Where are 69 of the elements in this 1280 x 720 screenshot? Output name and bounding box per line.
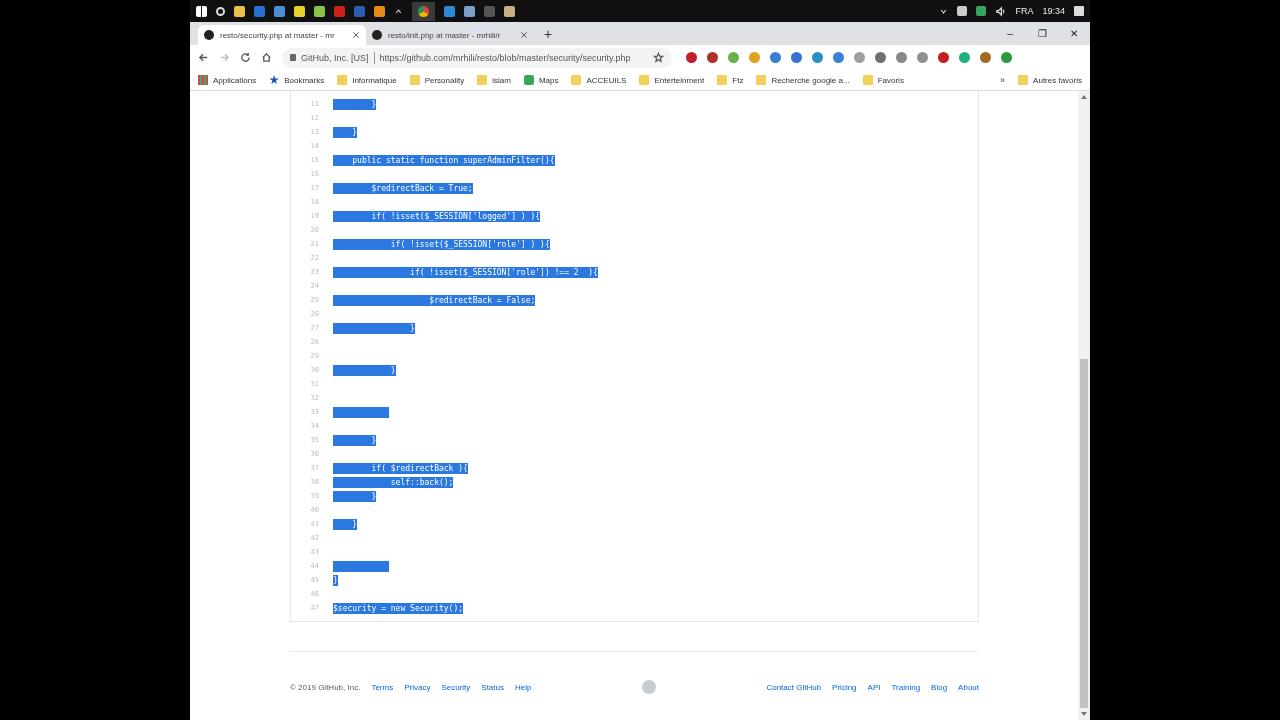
more-bookmarks-button[interactable]: » — [1000, 75, 1006, 85]
extension-icon[interactable] — [896, 52, 907, 63]
site-identity: GitHub, Inc. [US] — [301, 52, 369, 63]
close-button[interactable]: ✕ — [1058, 28, 1090, 39]
address-bar[interactable]: GitHub, Inc. [US] https://github.com/mrhili/resto/blob/master/security/security.php — [282, 47, 672, 68]
extension-icon[interactable] — [875, 52, 886, 63]
footer-link[interactable]: Blog — [931, 682, 948, 692]
url-text: https://github.com/mrhili/resto/blob/master/security/security.php — [379, 52, 631, 63]
bookmark[interactable]: Autres favoris — [1018, 75, 1082, 85]
extension-icon[interactable] — [833, 52, 844, 63]
extension-icon[interactable] — [686, 52, 697, 63]
reload-icon[interactable] — [240, 52, 251, 63]
bookmark[interactable]: Recherche google a... — [756, 75, 850, 85]
footer-link[interactable]: Pricing — [832, 682, 857, 692]
clock[interactable]: 19:34 — [1042, 6, 1065, 16]
close-icon[interactable] — [352, 31, 360, 39]
home-icon[interactable] — [261, 52, 272, 63]
footer-link[interactable]: Terms — [371, 682, 394, 692]
footer-link[interactable]: Status — [481, 682, 504, 692]
bookmark[interactable]: Ftz — [717, 75, 744, 85]
scrollbar[interactable] — [1078, 91, 1090, 720]
back-icon[interactable] — [198, 52, 209, 63]
footer-link[interactable]: API — [867, 682, 881, 692]
footer-link[interactable]: Privacy — [404, 682, 431, 692]
github-logo-icon — [204, 30, 214, 40]
extension-icon[interactable] — [770, 52, 781, 63]
language-indicator[interactable]: FRA — [1015, 6, 1034, 16]
extension-icon[interactable] — [812, 52, 823, 63]
tab-title: resto/init.php at master - mrhili/r — [388, 30, 502, 40]
close-icon[interactable] — [520, 31, 528, 39]
minimize-button[interactable]: – — [994, 28, 1026, 39]
copyright-text: © 2019 GitHub, Inc. — [290, 682, 361, 692]
bookmark[interactable]: Maps — [523, 75, 559, 85]
extension-icon[interactable] — [917, 52, 928, 63]
bookmark[interactable]: islam — [477, 75, 511, 85]
bookmark[interactable]: Applications — [198, 75, 257, 85]
chevron-icon[interactable] — [394, 6, 403, 16]
speaker-icon[interactable] — [995, 5, 1007, 17]
extension-icon[interactable] — [980, 52, 991, 63]
footer-link[interactable]: About — [958, 682, 979, 692]
bookmark[interactable]: ACCEUILS — [571, 75, 627, 85]
extension-icon[interactable] — [959, 52, 970, 63]
extension-icon[interactable] — [854, 52, 865, 63]
bookmark[interactable]: Enterteinment — [639, 75, 705, 85]
footer-link[interactable]: Training — [891, 682, 921, 692]
bookmark[interactable]: Personality — [409, 75, 465, 85]
bookmark[interactable]: Bookmarks — [269, 75, 325, 85]
bookmark[interactable]: Favoris — [862, 75, 904, 85]
browser-icon[interactable] — [412, 1, 435, 21]
browser-tab[interactable]: resto/security.php at master - mr — [198, 25, 366, 45]
extension-icon[interactable] — [707, 52, 718, 63]
browser-tab[interactable]: resto/init.php at master - mrhili/r — [366, 25, 534, 45]
windows-logo-icon[interactable] — [196, 5, 207, 17]
new-tab-button[interactable]: + — [544, 26, 553, 42]
bookmark[interactable]: Informatique — [337, 75, 397, 85]
apps-icon — [198, 75, 208, 85]
lock-icon — [290, 54, 296, 61]
extension-icon[interactable] — [728, 52, 739, 63]
footer-link[interactable]: Contact GitHub — [766, 682, 822, 692]
tab-title: resto/security.php at master - mr — [220, 30, 336, 40]
extension-icon[interactable] — [938, 52, 949, 63]
star-icon[interactable] — [653, 52, 664, 63]
footer-link[interactable]: Security — [441, 682, 471, 692]
search-icon[interactable] — [216, 6, 225, 16]
extension-icon[interactable] — [1001, 52, 1012, 63]
extension-icon[interactable] — [791, 52, 802, 63]
restore-button[interactable]: ❐ — [1026, 28, 1058, 39]
github-logo-icon — [372, 30, 382, 40]
footer-link[interactable]: Help — [515, 682, 532, 692]
